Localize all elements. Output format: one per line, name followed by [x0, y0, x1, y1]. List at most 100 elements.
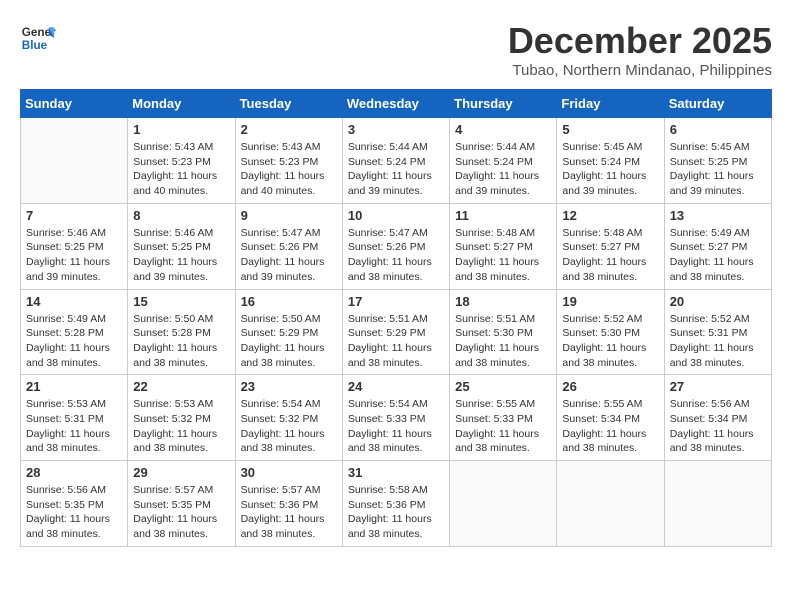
calendar-cell: 26 Sunrise: 5:55 AMSunset: 5:34 PMDayligh… — [557, 375, 664, 461]
calendar-week-2: 7Sunrise: 5:46 AMSunset: 5:25 PMDaylight… — [21, 203, 772, 289]
day-detail: Sunrise: 5:51 AMSunset: 5:30 PMDaylight:… — [455, 312, 551, 371]
calendar-cell: 29 Sunrise: 5:57 AMSunset: 5:35 PMDayligh… — [128, 461, 235, 547]
calendar-cell: 6 Sunrise: 5:45 AMSunset: 5:25 PMDaylight… — [664, 118, 771, 204]
calendar-cell: 19 Sunrise: 5:52 AMSunset: 5:30 PMDayligh… — [557, 289, 664, 375]
day-number: 14 — [26, 294, 122, 309]
day-detail: Sunrise: 5:57 AMSunset: 5:36 PMDaylight:… — [241, 483, 337, 542]
day-number: 5 — [562, 122, 658, 137]
day-number: 4 — [455, 122, 551, 137]
day-number: 13 — [670, 208, 766, 223]
svg-text:Blue: Blue — [22, 39, 48, 52]
calendar-cell — [664, 461, 771, 547]
calendar-cell: 20 Sunrise: 5:52 AMSunset: 5:31 PMDayligh… — [664, 289, 771, 375]
title-block: December 2025 Tubao, Northern Mindanao, … — [508, 20, 772, 79]
calendar-cell: 9 Sunrise: 5:47 AMSunset: 5:26 PMDaylight… — [235, 203, 342, 289]
calendar-cell: 14 Sunrise: 5:49 AMSunset: 5:28 PMDayligh… — [21, 289, 128, 375]
month-title: December 2025 — [508, 20, 772, 62]
day-detail: Sunrise: 5:44 AMSunset: 5:24 PMDaylight:… — [455, 140, 551, 199]
calendar-cell: 25 Sunrise: 5:55 AMSunset: 5:33 PMDayligh… — [450, 375, 557, 461]
weekday-header-wednesday: Wednesday — [342, 90, 449, 118]
day-number: 1 — [133, 122, 229, 137]
day-number: 19 — [562, 294, 658, 309]
calendar-cell: 22Sunrise: 5:53 AMSunset: 5:32 PMDayligh… — [128, 375, 235, 461]
calendar-cell: 11 Sunrise: 5:48 AMSunset: 5:27 PMDayligh… — [450, 203, 557, 289]
calendar-cell: 23 Sunrise: 5:54 AMSunset: 5:32 PMDayligh… — [235, 375, 342, 461]
day-detail: Sunrise: 5:46 AMSunset: 5:25 PMDaylight:… — [26, 226, 122, 285]
day-number: 26 — [562, 379, 658, 394]
calendar-week-3: 14 Sunrise: 5:49 AMSunset: 5:28 PMDayligh… — [21, 289, 772, 375]
day-number: 22 — [133, 379, 229, 394]
day-number: 11 — [455, 208, 551, 223]
day-number: 15 — [133, 294, 229, 309]
day-detail: Sunrise: 5:52 AMSunset: 5:31 PMDaylight:… — [670, 312, 766, 371]
day-detail: Sunrise: 5:56 AMSunset: 5:34 PMDaylight:… — [670, 397, 766, 456]
day-number: 9 — [241, 208, 337, 223]
day-number: 6 — [670, 122, 766, 137]
calendar-cell: 3Sunrise: 5:44 AMSunset: 5:24 PMDaylight… — [342, 118, 449, 204]
day-detail: Sunrise: 5:43 AMSunset: 5:23 PMDaylight:… — [133, 140, 229, 199]
day-number: 2 — [241, 122, 337, 137]
day-detail: Sunrise: 5:45 AMSunset: 5:25 PMDaylight:… — [670, 140, 766, 199]
day-detail: Sunrise: 5:50 AMSunset: 5:28 PMDaylight:… — [133, 312, 229, 371]
calendar-table: SundayMondayTuesdayWednesdayThursdayFrid… — [20, 89, 772, 547]
day-number: 25 — [455, 379, 551, 394]
calendar-cell: 2 Sunrise: 5:43 AMSunset: 5:23 PMDaylight… — [235, 118, 342, 204]
day-number: 18 — [455, 294, 551, 309]
calendar-cell: 15 Sunrise: 5:50 AMSunset: 5:28 PMDayligh… — [128, 289, 235, 375]
calendar-week-5: 28 Sunrise: 5:56 AMSunset: 5:35 PMDayligh… — [21, 461, 772, 547]
weekday-header-saturday: Saturday — [664, 90, 771, 118]
day-number: 20 — [670, 294, 766, 309]
day-number: 28 — [26, 465, 122, 480]
day-detail: Sunrise: 5:51 AMSunset: 5:29 PMDaylight:… — [348, 312, 444, 371]
day-detail: Sunrise: 5:50 AMSunset: 5:29 PMDaylight:… — [241, 312, 337, 371]
day-number: 23 — [241, 379, 337, 394]
calendar-cell: 24 Sunrise: 5:54 AMSunset: 5:33 PMDayligh… — [342, 375, 449, 461]
calendar-cell: 16 Sunrise: 5:50 AMSunset: 5:29 PMDayligh… — [235, 289, 342, 375]
calendar-cell: 4 Sunrise: 5:44 AMSunset: 5:24 PMDaylight… — [450, 118, 557, 204]
day-detail: Sunrise: 5:57 AMSunset: 5:35 PMDaylight:… — [133, 483, 229, 542]
day-number: 21 — [26, 379, 122, 394]
page-header: General Blue December 2025 Tubao, Northe… — [20, 20, 772, 79]
day-detail: Sunrise: 5:55 AMSunset: 5:33 PMDaylight:… — [455, 397, 551, 456]
calendar-cell: 28 Sunrise: 5:56 AMSunset: 5:35 PMDayligh… — [21, 461, 128, 547]
weekday-header-row: SundayMondayTuesdayWednesdayThursdayFrid… — [21, 90, 772, 118]
logo: General Blue — [20, 20, 56, 56]
day-detail: Sunrise: 5:48 AMSunset: 5:27 PMDaylight:… — [562, 226, 658, 285]
day-number: 24 — [348, 379, 444, 394]
day-detail: Sunrise: 5:45 AMSunset: 5:24 PMDaylight:… — [562, 140, 658, 199]
logo-icon: General Blue — [20, 20, 56, 56]
day-number: 31 — [348, 465, 444, 480]
calendar-cell: 5 Sunrise: 5:45 AMSunset: 5:24 PMDaylight… — [557, 118, 664, 204]
day-detail: Sunrise: 5:54 AMSunset: 5:33 PMDaylight:… — [348, 397, 444, 456]
calendar-cell: 18 Sunrise: 5:51 AMSunset: 5:30 PMDayligh… — [450, 289, 557, 375]
calendar-cell: 30 Sunrise: 5:57 AMSunset: 5:36 PMDayligh… — [235, 461, 342, 547]
day-number: 30 — [241, 465, 337, 480]
calendar-cell: 17 Sunrise: 5:51 AMSunset: 5:29 PMDayligh… — [342, 289, 449, 375]
weekday-header-thursday: Thursday — [450, 90, 557, 118]
day-detail: Sunrise: 5:49 AMSunset: 5:28 PMDaylight:… — [26, 312, 122, 371]
day-detail: Sunrise: 5:48 AMSunset: 5:27 PMDaylight:… — [455, 226, 551, 285]
calendar-week-4: 21Sunrise: 5:53 AMSunset: 5:31 PMDayligh… — [21, 375, 772, 461]
day-detail: Sunrise: 5:47 AMSunset: 5:26 PMDaylight:… — [241, 226, 337, 285]
day-detail: Sunrise: 5:47 AMSunset: 5:26 PMDaylight:… — [348, 226, 444, 285]
day-detail: Sunrise: 5:54 AMSunset: 5:32 PMDaylight:… — [241, 397, 337, 456]
day-detail: Sunrise: 5:43 AMSunset: 5:23 PMDaylight:… — [241, 140, 337, 199]
day-number: 3 — [348, 122, 444, 137]
day-detail: Sunrise: 5:52 AMSunset: 5:30 PMDaylight:… — [562, 312, 658, 371]
weekday-header-friday: Friday — [557, 90, 664, 118]
day-detail: Sunrise: 5:56 AMSunset: 5:35 PMDaylight:… — [26, 483, 122, 542]
day-number: 17 — [348, 294, 444, 309]
weekday-header-sunday: Sunday — [21, 90, 128, 118]
day-number: 8 — [133, 208, 229, 223]
calendar-cell: 10Sunrise: 5:47 AMSunset: 5:26 PMDayligh… — [342, 203, 449, 289]
day-detail: Sunrise: 5:55 AMSunset: 5:34 PMDaylight:… — [562, 397, 658, 456]
calendar-cell — [557, 461, 664, 547]
day-number: 29 — [133, 465, 229, 480]
day-number: 12 — [562, 208, 658, 223]
day-number: 27 — [670, 379, 766, 394]
calendar-cell: 27 Sunrise: 5:56 AMSunset: 5:34 PMDayligh… — [664, 375, 771, 461]
location: Tubao, Northern Mindanao, Philippines — [508, 62, 772, 79]
calendar-cell: 7Sunrise: 5:46 AMSunset: 5:25 PMDaylight… — [21, 203, 128, 289]
day-number: 16 — [241, 294, 337, 309]
calendar-cell: 13Sunrise: 5:49 AMSunset: 5:27 PMDayligh… — [664, 203, 771, 289]
